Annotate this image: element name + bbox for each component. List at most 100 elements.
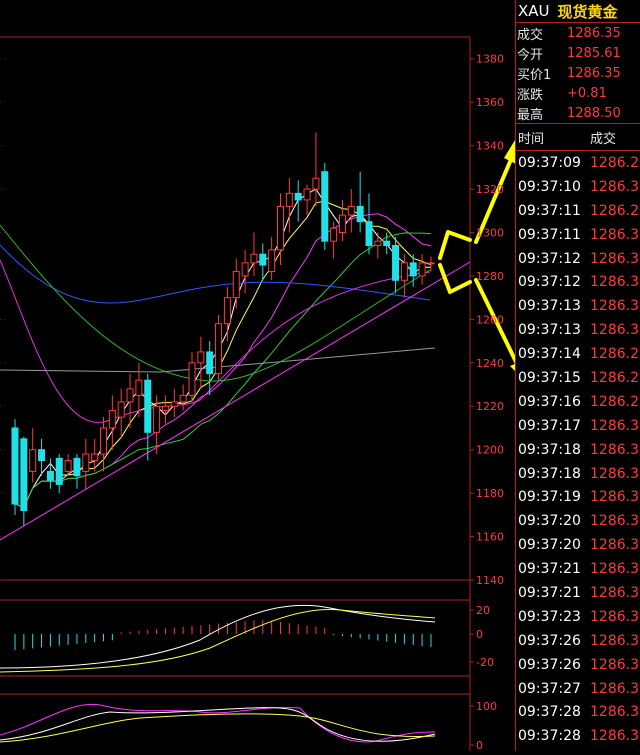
tick-price: 1286.3	[590, 226, 639, 243]
candle-body	[321, 171, 329, 242]
tick-row: 09:37:16 1286.2	[516, 390, 640, 414]
candle-body	[82, 453, 90, 472]
quote-value: +0.81	[567, 85, 607, 101]
tick-row: 09:37:27 1286.3	[516, 677, 640, 701]
macd-dif	[0, 604, 436, 669]
price-axis: 1140 1160 1180 1200 1220 1240 1260 1280 1300 1320…	[470, 53, 504, 752]
quote-label: 涨跌	[517, 87, 544, 103]
tick-time: 09:37:13	[518, 322, 581, 339]
axis-tick-label: 1340	[476, 140, 504, 153]
candle-body	[11, 427, 19, 505]
tick-price: 1286.2	[590, 393, 639, 410]
tick-list[interactable]: 09:37:09 1286.2 09:37:10 1286.3 09:37:11 1286…	[516, 151, 640, 748]
tick-price: 1286.3	[590, 561, 639, 578]
kdj-d	[0, 713, 436, 743]
candle-body	[179, 394, 187, 403]
tick-row: 09:37:23 1286.3	[516, 605, 640, 629]
candle-body	[215, 323, 223, 375]
tick-row: 09:37:18 1286.3	[516, 462, 640, 486]
quote-row-high: 最高 1288.50	[516, 103, 640, 124]
tick-row: 09:37:21 1286.3	[516, 581, 640, 605]
quote-value: 1288.50	[567, 105, 621, 121]
candle-body	[427, 262, 435, 265]
candle-body	[108, 410, 116, 429]
arrow-down-short	[438, 263, 472, 294]
tick-time: 09:37:28	[518, 728, 581, 745]
tick-time: 09:37:26	[518, 632, 581, 649]
tick-row: 09:37:14 1286.2	[516, 342, 640, 366]
tick-price: 1286.3	[590, 322, 639, 339]
ticks-header-price: 成交	[590, 131, 617, 147]
tick-time: 09:37:15	[518, 369, 581, 386]
candles	[11, 132, 435, 526]
candle-body	[20, 438, 28, 511]
quote-value: 1286.35	[567, 65, 621, 81]
quote-label: 买价1	[517, 67, 552, 83]
tick-row: 09:37:12 1286.3	[516, 247, 640, 271]
candle-body	[91, 453, 99, 462]
tick-row: 09:37:11 1286.3	[516, 223, 640, 247]
candle-body	[259, 253, 267, 266]
tick-time: 09:37:20	[518, 537, 581, 554]
tick-price: 1286.3	[590, 489, 639, 506]
axis-tick-label: 1380	[476, 53, 504, 66]
tick-time: 09:37:18	[518, 441, 581, 458]
chart-svg[interactable]: 1140 1160 1180 1200 1220 1240 1260 1280 1300 1320…	[0, 0, 524, 752]
tick-time: 09:37:27	[518, 680, 581, 697]
candle-body	[126, 388, 134, 403]
sub-indicators	[0, 604, 436, 743]
axis-tick-label: 1160	[476, 531, 504, 544]
candle-body	[46, 470, 54, 481]
tick-row: 09:37:28 1286.3	[516, 700, 640, 724]
candle-body	[144, 379, 152, 433]
candle-body	[188, 362, 196, 396]
candle-body	[365, 221, 373, 247]
chart-area[interactable]: 1140 1160 1180 1200 1220 1240 1260 1280 1300 1320…	[0, 0, 524, 752]
ma-magenta-long	[0, 259, 431, 423]
candle-body	[55, 457, 63, 485]
tick-row: 09:37:26 1286.3	[516, 653, 640, 677]
candle-body	[330, 227, 338, 242]
candle-body	[206, 351, 214, 375]
ticks-header-time: 时间	[518, 131, 545, 147]
tick-row: 09:37:13 1286.3	[516, 294, 640, 318]
candle-body	[383, 240, 391, 247]
axis-tick-label: 1180	[476, 487, 504, 500]
arrow-up-short	[438, 230, 472, 260]
candle-body	[170, 401, 178, 407]
tick-price: 1286.2	[590, 202, 639, 219]
quote-row-open: 今开 1285.61	[516, 43, 640, 63]
tick-price: 1286.2	[590, 154, 639, 171]
tick-time: 09:37:21	[518, 584, 581, 601]
axis-tick-label: 1200	[476, 444, 504, 457]
candle-body	[294, 192, 302, 201]
quote-value: 1286.35	[567, 25, 621, 41]
candle-body	[268, 249, 276, 273]
moving-averages	[0, 188, 471, 541]
tick-price: 1286.3	[590, 417, 639, 434]
candle-body	[232, 271, 240, 299]
tick-row: 09:37:26 1286.3	[516, 629, 640, 653]
candle-body	[347, 205, 355, 216]
candle-body	[312, 177, 320, 190]
candle-body	[285, 192, 293, 207]
tick-time: 09:37:13	[518, 298, 581, 315]
axis-tick-label: 1260	[476, 313, 504, 326]
tick-time: 09:37:23	[518, 608, 581, 625]
tick-price: 1286.3	[590, 656, 639, 673]
tick-time: 09:37:17	[518, 417, 581, 434]
axis-tick-label: 1240	[476, 357, 504, 370]
candle-body	[223, 297, 231, 325]
quote-label: 成交	[517, 27, 544, 43]
candle-body	[303, 188, 311, 201]
axis-tick-label: 0	[476, 739, 483, 751]
candle-body	[135, 379, 143, 396]
tick-price: 1286.3	[590, 178, 639, 195]
tick-row: 09:37:28 1286.3	[516, 724, 640, 748]
macd-dea	[0, 608, 436, 673]
tick-time: 09:37:11	[518, 226, 581, 243]
candle-body	[400, 262, 408, 281]
candle-body	[250, 253, 258, 264]
candle-body	[73, 457, 81, 477]
quote-label: 今开	[517, 47, 544, 63]
